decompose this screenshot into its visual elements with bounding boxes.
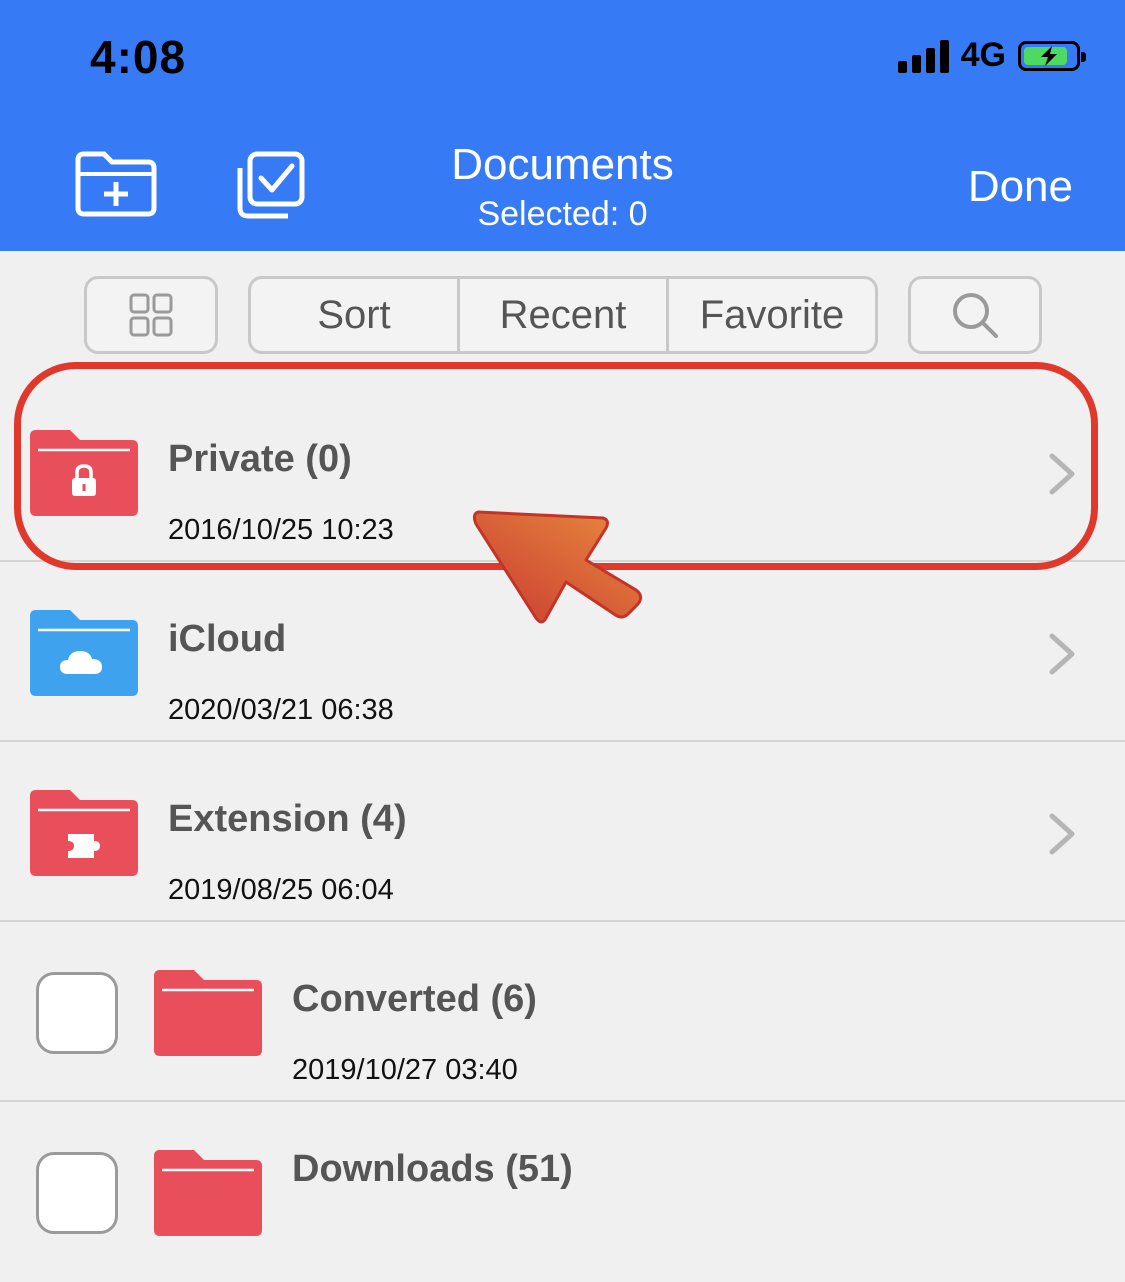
chevron-right-icon bbox=[1049, 633, 1075, 675]
done-button[interactable]: Done bbox=[968, 162, 1073, 212]
folder-name: Downloads (51) bbox=[292, 1148, 573, 1190]
sort-filter-segment: Sort Recent Favorite bbox=[248, 276, 878, 354]
select-checkbox[interactable] bbox=[36, 1152, 118, 1234]
status-time: 4:08 bbox=[90, 31, 187, 83]
folder-icon bbox=[154, 970, 262, 1056]
search-button[interactable] bbox=[908, 276, 1042, 354]
status-indicators: 4G bbox=[897, 36, 1086, 75]
toolbar: Sort Recent Favorite bbox=[0, 276, 1125, 358]
folder-icon bbox=[30, 610, 138, 696]
folder-name: Converted (6) bbox=[292, 978, 537, 1020]
folder-icon bbox=[154, 1150, 262, 1236]
page-title: Documents bbox=[451, 140, 674, 189]
select-checkbox[interactable] bbox=[36, 972, 118, 1054]
search-icon bbox=[953, 293, 998, 338]
network-type: 4G bbox=[960, 36, 1006, 74]
segment-favorite[interactable]: Favorite bbox=[666, 279, 875, 351]
folder-date: 2020/03/21 06:38 bbox=[168, 694, 394, 726]
chevron-right-icon bbox=[1049, 813, 1075, 855]
selection-count: Selected: 0 bbox=[477, 195, 648, 233]
list-item[interactable]: Extension (4) 2019/08/25 06:04 bbox=[0, 742, 1125, 922]
segment-sort[interactable]: Sort bbox=[251, 279, 457, 351]
folder-name: iCloud bbox=[168, 618, 287, 660]
folder-date: 2019/10/27 03:40 bbox=[292, 1054, 518, 1086]
grid-view-button[interactable] bbox=[84, 276, 218, 354]
cellular-signal-icon bbox=[897, 39, 949, 73]
folder-icon bbox=[30, 790, 138, 876]
folder-date: 2019/08/25 06:04 bbox=[168, 874, 394, 906]
folder-name: Extension (4) bbox=[168, 798, 407, 840]
grid-view-icon bbox=[129, 293, 173, 337]
battery-icon bbox=[1018, 40, 1086, 71]
list-item[interactable]: Converted (6) 2019/10/27 03:40 bbox=[0, 922, 1125, 1102]
pointer-arrow-icon bbox=[472, 510, 643, 624]
nav-header: 4:08 4G Documents Selected: 0 Done bbox=[0, 0, 1125, 251]
list-item[interactable]: Downloads (51) bbox=[0, 1102, 1125, 1282]
segment-recent[interactable]: Recent bbox=[457, 279, 666, 351]
